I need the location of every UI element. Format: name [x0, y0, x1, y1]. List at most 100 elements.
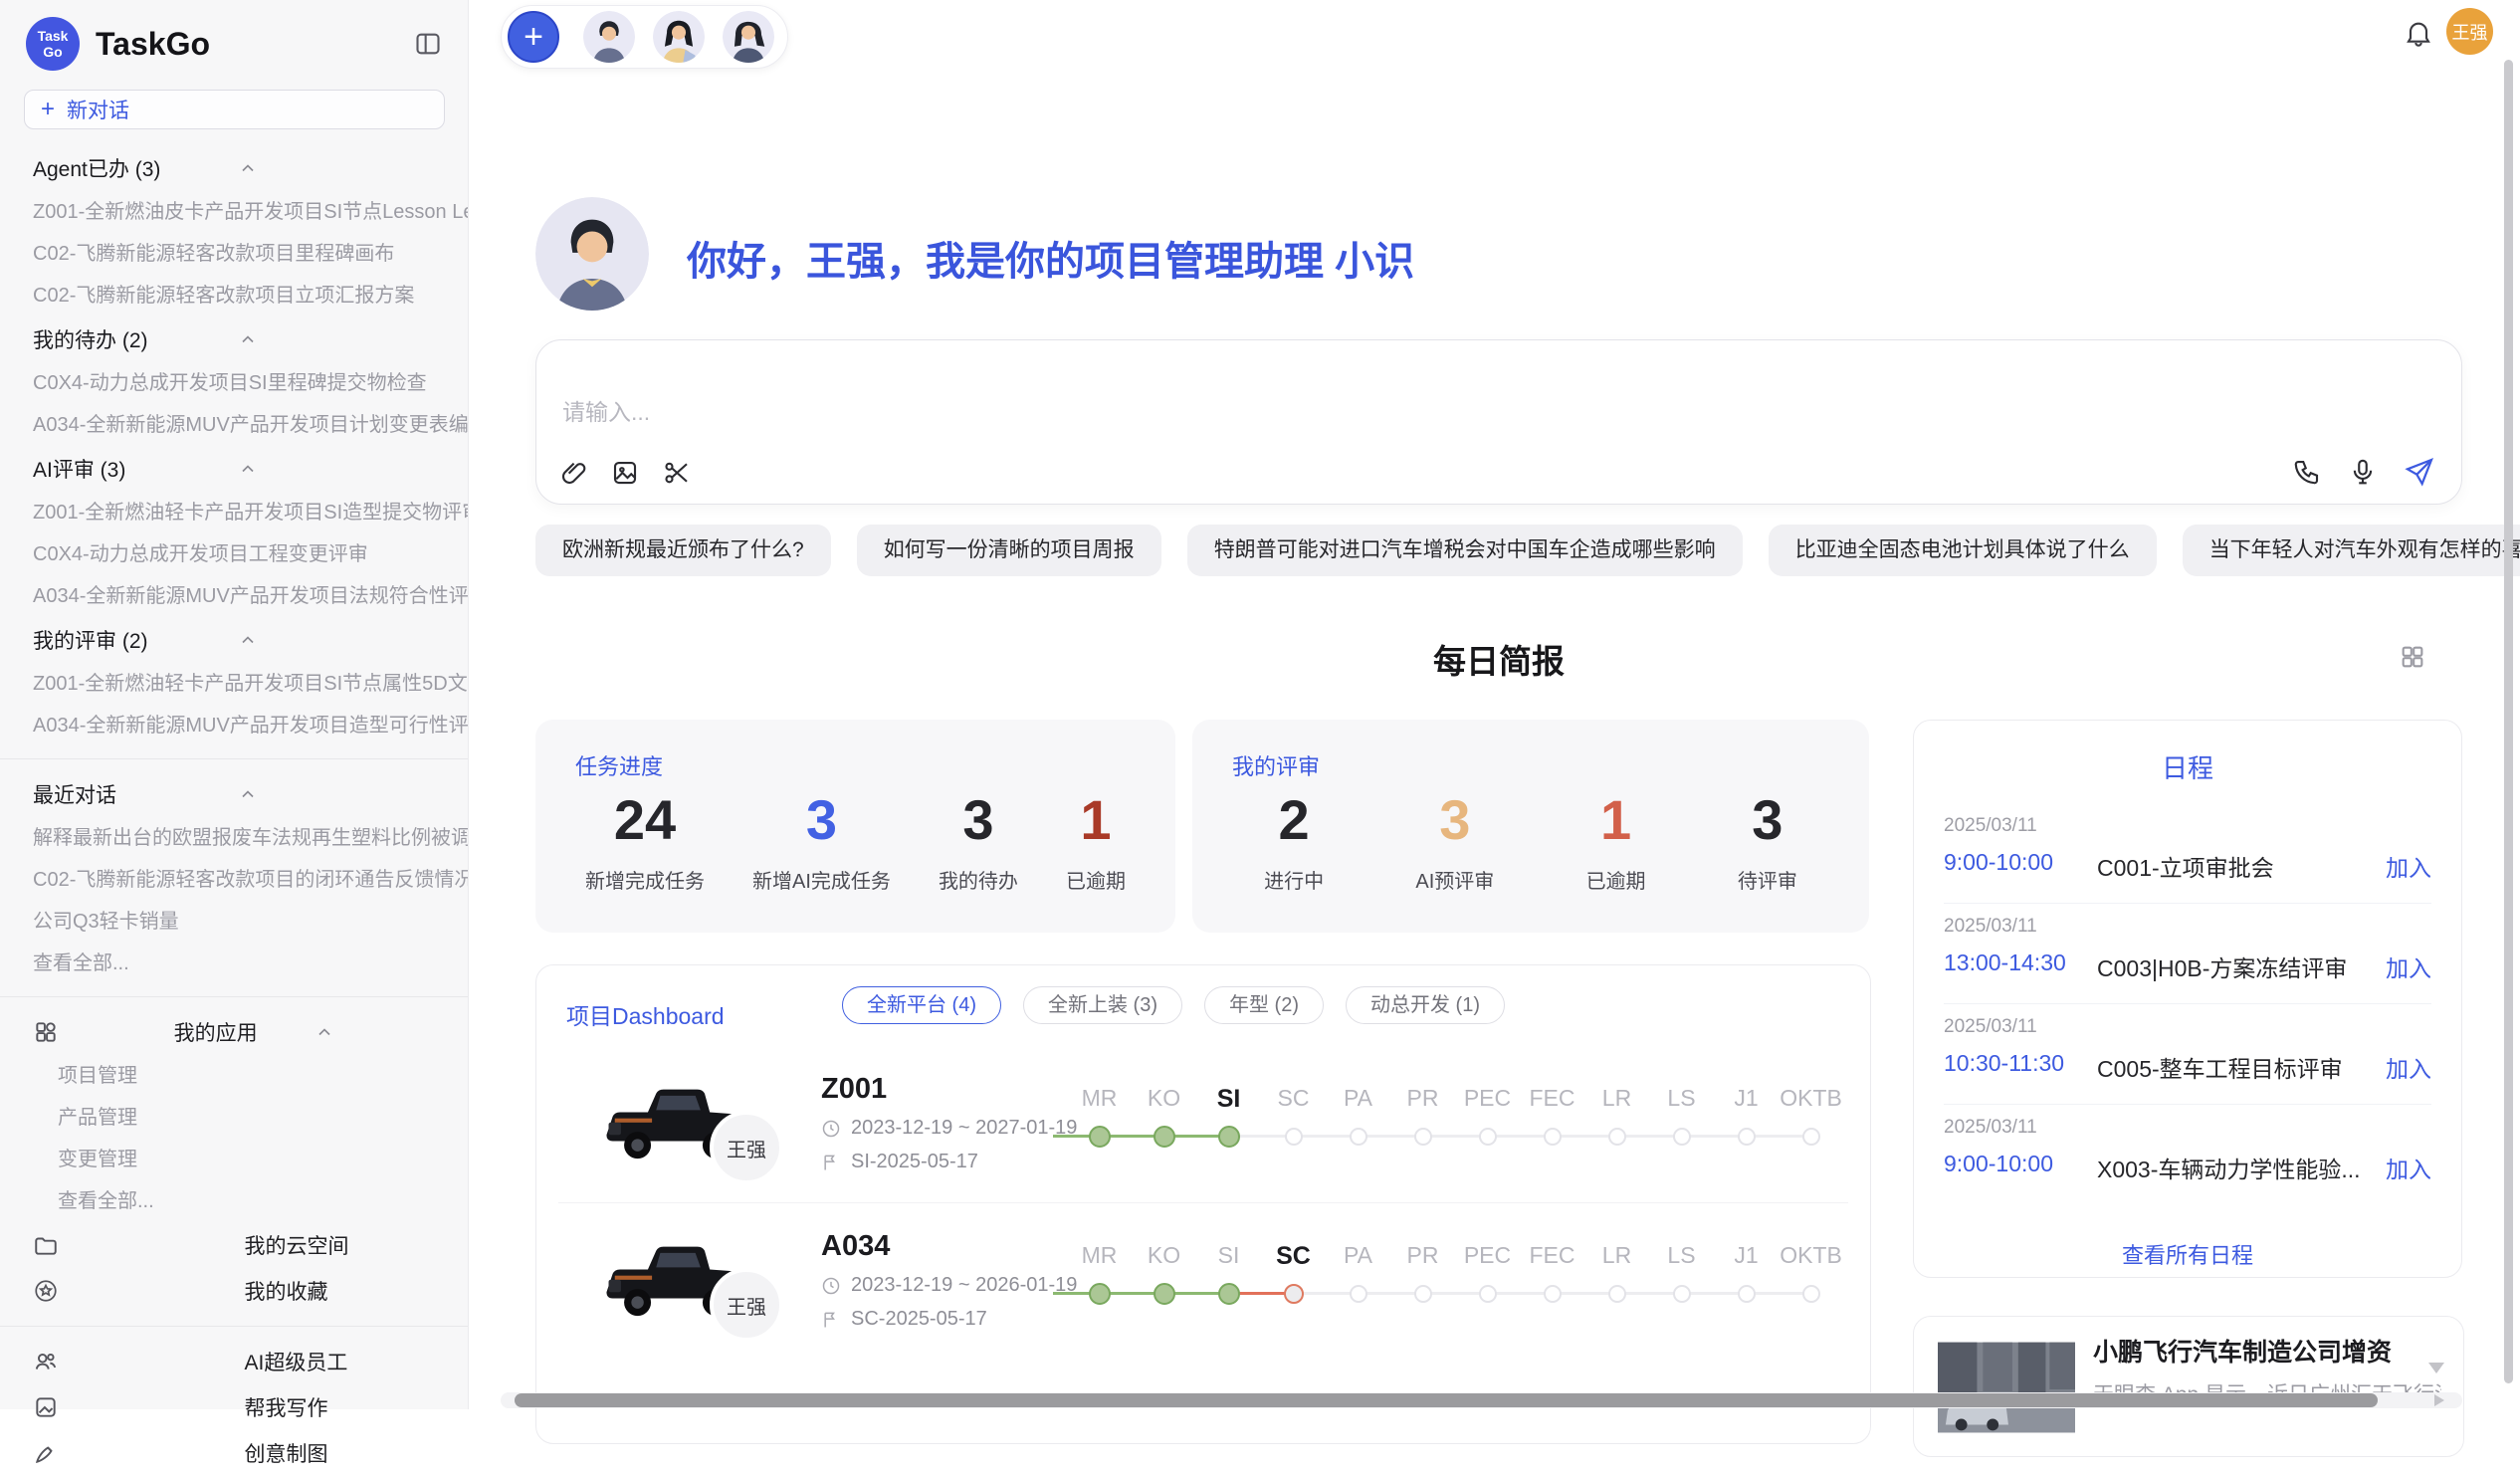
- project-next-milestone: SI-2025-05-17: [821, 1151, 978, 1173]
- schedule-item: 2025/03/11 10:30-11:30 C005-整车工程目标评审 加入: [1944, 1004, 2431, 1105]
- tab-model-year[interactable]: 年型 (2): [1204, 986, 1324, 1024]
- sidebar-item[interactable]: C0X4-动力总成开发项目SI里程碑提交物检查: [0, 362, 468, 404]
- layout-toggle-icon[interactable]: [2399, 643, 2426, 671]
- recent-chat-item[interactable]: 解释最新出台的欧盟报废车法规再生塑料比例被调至15%...: [0, 817, 468, 859]
- vertical-scrollbar-thumb[interactable]: [2504, 60, 2513, 1383]
- sidebar-list: Agent已办 (3) Z001-全新燃油皮卡产品开发项目SI节点Lesson …: [0, 135, 468, 1476]
- chat-input[interactable]: [560, 398, 2157, 427]
- dashboard-tabs: 全新平台 (4) 全新上装 (3) 年型 (2) 动总开发 (1): [842, 986, 1505, 1024]
- my-review-card: 我的评审 2进行中 3AI预评审 1已逾期 3待评审: [1192, 720, 1869, 933]
- app-link-change-mgmt[interactable]: 变更管理: [0, 1139, 468, 1180]
- schedule-name: C005-整车工程目标评审: [2097, 1050, 2343, 1084]
- sidebar-item[interactable]: Z001-全新燃油皮卡产品开发项目SI节点Lesson Learn报告: [0, 191, 468, 233]
- sidebar-item-creative-draw[interactable]: 创意制图: [0, 1430, 468, 1476]
- section-my-review[interactable]: 我的评审 (2): [0, 617, 468, 663]
- milestone-dot: [1779, 1282, 1843, 1306]
- suggestion-chip[interactable]: 欧洲新规最近颁布了什么?: [535, 525, 831, 576]
- suggestion-chip[interactable]: 如何写一份清晰的项目周报: [857, 525, 1161, 576]
- section-agent-done[interactable]: Agent已办 (3): [0, 145, 468, 191]
- sidebar-item-favorites[interactable]: 我的收藏: [0, 1268, 468, 1314]
- project-row[interactable]: 王强 A034 2023-12-19 ~ 2026-01-19 SC-2025-…: [536, 1218, 1870, 1375]
- sidebar: Task Go TaskGo + 新对话 Agent已办 (3) Z001-全新…: [0, 0, 469, 1409]
- milestone-label: OKTB: [1779, 1085, 1843, 1114]
- view-all-apps-link[interactable]: 查看全部...: [0, 1180, 468, 1222]
- agent-avatar-1[interactable]: [583, 11, 635, 63]
- section-my-todo[interactable]: 我的待办 (2): [0, 316, 468, 362]
- horizontal-scrollbar-thumb[interactable]: [515, 1393, 2378, 1407]
- agent-avatar-2[interactable]: [653, 11, 705, 63]
- app-link-product-mgmt[interactable]: 产品管理: [0, 1097, 468, 1139]
- attachment-icon[interactable]: [558, 458, 588, 488]
- collapse-sidebar-icon[interactable]: [414, 30, 442, 58]
- milestone-label: J1: [1714, 1085, 1779, 1114]
- milestone-label: FEC: [1520, 1242, 1584, 1271]
- milestone-label: J1: [1714, 1242, 1779, 1271]
- help-write-label: 帮我写作: [245, 1392, 443, 1422]
- phone-call-icon[interactable]: [2292, 457, 2322, 487]
- sidebar-item[interactable]: C0X4-动力总成开发项目工程变更评审: [0, 533, 468, 575]
- sidebar-item[interactable]: A034-全新新能源MUV产品开发项目造型可行性评审: [0, 705, 468, 746]
- tab-new-platform[interactable]: 全新平台 (4): [842, 986, 1001, 1024]
- app-link-project-mgmt[interactable]: 项目管理: [0, 1055, 468, 1097]
- card-title: 我的评审: [1192, 720, 1869, 781]
- sidebar-item[interactable]: Z001-全新燃油轻卡产品开发项目SI造型提交物评审: [0, 492, 468, 533]
- stat-new-completed: 24新增完成任务: [585, 789, 705, 894]
- stat-new-ai-completed: 3新增AI完成任务: [752, 789, 891, 894]
- sidebar-item-help-write[interactable]: 帮我写作: [0, 1384, 468, 1430]
- recent-chat-item[interactable]: 公司Q3轻卡销量: [0, 901, 468, 943]
- view-all-schedule-link[interactable]: 查看所有日程: [1914, 1238, 2461, 1270]
- milestone-label: PEC: [1455, 1085, 1520, 1114]
- card-title: 任务进度: [535, 720, 1175, 781]
- milestone-label: SC: [1261, 1085, 1326, 1114]
- milestone-label: MR: [1067, 1242, 1132, 1271]
- milestone-label: FEC: [1520, 1085, 1584, 1114]
- user-avatar[interactable]: 王强: [2446, 8, 2493, 55]
- sidebar-item[interactable]: C02-飞腾新能源轻客改款项目立项汇报方案: [0, 275, 468, 316]
- sidebar-item-cloud-space[interactable]: 我的云空间: [0, 1222, 468, 1268]
- scroll-down-arrow[interactable]: [2428, 1363, 2444, 1373]
- sidebar-item-ai-employee[interactable]: AI超级员工: [0, 1339, 468, 1384]
- sidebar-item-my-apps[interactable]: 我的应用: [0, 1009, 468, 1055]
- image-upload-icon[interactable]: [610, 458, 640, 488]
- users-icon: [33, 1349, 231, 1374]
- join-meeting-link[interactable]: 加入: [2386, 849, 2431, 883]
- chat-composer: [535, 339, 2462, 505]
- suggestion-chip[interactable]: 比亚迪全固态电池计划具体说了什么: [1769, 525, 2157, 576]
- section-recent-chats[interactable]: 最近对话: [0, 771, 468, 817]
- send-icon[interactable]: [2404, 456, 2435, 488]
- section-title: Agent已办 (3): [33, 153, 238, 183]
- join-meeting-link[interactable]: 加入: [2386, 1151, 2431, 1184]
- microphone-icon[interactable]: [2348, 457, 2378, 487]
- schedule-item: 2025/03/11 9:00-10:00 X003-车辆动力学性能验... 加…: [1944, 1105, 2431, 1204]
- project-row[interactable]: 王强 Z001 2023-12-19 ~ 2027-01-19 SI-2025-…: [536, 1061, 1870, 1218]
- suggestion-chip[interactable]: 当下年轻人对汽车外观有怎样的喜好趋势: [2183, 525, 2520, 576]
- sidebar-item[interactable]: C02-飞腾新能源轻客改款项目里程碑画布: [0, 233, 468, 275]
- sidebar-item[interactable]: Z001-全新燃油轻卡产品开发项目SI节点属性5D文件评审: [0, 663, 468, 705]
- sidebar-item[interactable]: A034-全新新能源MUV产品开发项目计划变更表编写: [0, 404, 468, 446]
- milestone-label: PA: [1326, 1242, 1390, 1271]
- milestone-label: KO: [1132, 1242, 1196, 1271]
- scissors-icon[interactable]: [662, 458, 692, 488]
- agent-avatar-3[interactable]: [723, 11, 774, 63]
- schedule-time: 10:30-11:30: [1944, 1050, 2064, 1077]
- tab-powertrain[interactable]: 动总开发 (1): [1346, 986, 1505, 1024]
- recent-chat-item[interactable]: C02-飞腾新能源轻客改款项目的闭环通告反馈情况: [0, 859, 468, 901]
- project-dashboard-card: 项目Dashboard 全新平台 (4) 全新上装 (3) 年型 (2) 动总开…: [535, 964, 1871, 1444]
- scroll-right-arrow[interactable]: [2434, 1394, 2444, 1406]
- news-card[interactable]: 小鹏飞行汽车制造公司增资 天眼查 App 显示，近日广州汇天飞行汽...: [1913, 1316, 2464, 1457]
- join-meeting-link[interactable]: 加入: [2386, 949, 2431, 983]
- sidebar-item[interactable]: A034-全新新能源MUV产品开发项目法规符合性评审: [0, 575, 468, 617]
- notification-bell-icon[interactable]: [2403, 17, 2434, 49]
- schedule-date: 2025/03/11: [1944, 1016, 2037, 1038]
- join-meeting-link[interactable]: 加入: [2386, 1050, 2431, 1084]
- image-icon: [33, 1394, 231, 1420]
- new-chat-button[interactable]: + 新对话: [24, 90, 445, 129]
- view-all-chats-link[interactable]: 查看全部...: [0, 943, 468, 984]
- section-ai-review[interactable]: AI评审 (3): [0, 446, 468, 492]
- schedule-name: C003|H0B-方案冻结评审: [2097, 949, 2347, 983]
- milestone-label: SI: [1196, 1242, 1261, 1271]
- suggestion-chip[interactable]: 特朗普可能对进口汽车增税会对中国车企造成哪些影响: [1187, 525, 1743, 576]
- chevron-up-icon: [238, 784, 443, 804]
- add-agent-button[interactable]: +: [508, 11, 559, 63]
- tab-new-body[interactable]: 全新上装 (3): [1023, 986, 1182, 1024]
